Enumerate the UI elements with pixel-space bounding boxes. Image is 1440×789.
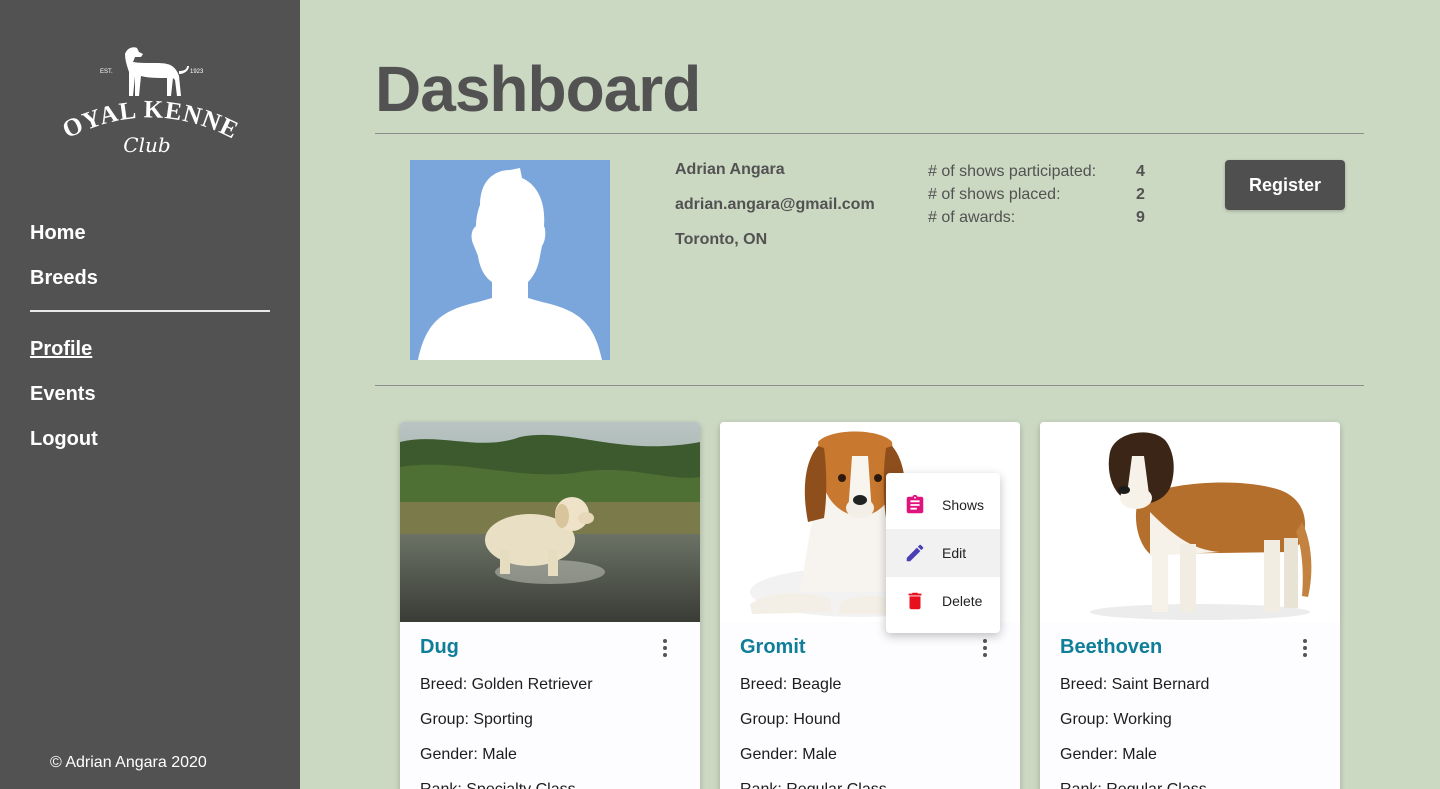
profile-name: Adrian Angara [675,161,785,178]
dog-gender: Gender: Male [1060,746,1157,763]
dog-card: Dug Breed: Golden Retriever Group: Sport… [400,422,700,789]
profile-stats: # of shows participated: 4 # of shows pl… [928,163,1148,232]
main-nav: Home Breeds Profile Events Logout [30,218,270,469]
dog-gender: Gender: Male [740,746,837,763]
dog-group: Group: Sporting [420,711,533,728]
stat-label: # of awards: [928,209,1016,226]
menu-item-edit[interactable]: Edit [886,529,1000,577]
menu-item-shows[interactable]: Shows [886,481,1000,529]
nav-logout[interactable]: Logout [30,424,270,469]
more-vert-icon[interactable] [1295,638,1315,658]
clipboard-icon [906,494,924,514]
stat-label: # of shows placed: [928,186,1061,203]
royal-kennel-club-logo[interactable]: EST. 1923 ROYAL KENNEL Club [55,40,245,165]
sidebar: EST. 1923 ROYAL KENNEL Club Home Breeds … [0,0,300,789]
menu-item-label: Shows [942,497,985,513]
menu-item-label: Delete [942,593,983,609]
more-vert-icon[interactable] [975,638,995,658]
profile-avatar [410,160,610,360]
default-avatar-icon [418,168,602,360]
dog-breed: Breed: Beagle [740,676,842,693]
dog-rank: Rank: Regular Class [740,781,887,789]
stat-label: # of shows participated: [928,163,1097,180]
stat-value: 9 [1136,209,1145,226]
nav-divider [30,310,270,312]
dog-gender: Gender: Male [420,746,517,763]
dog-breed: Breed: Golden Retriever [420,676,593,693]
menu-item-label: Edit [942,545,967,561]
nav-events[interactable]: Events [30,379,270,424]
title-divider [375,133,1364,134]
pencil-icon [906,544,924,562]
copyright-text: © Adrian Angara 2020 [50,754,207,771]
dog-name[interactable]: Beethoven [1060,636,1162,659]
stat-value: 2 [1136,186,1145,203]
svg-text:1923: 1923 [190,69,204,75]
stat-value: 4 [1136,163,1145,180]
dog-breed: Breed: Saint Bernard [1060,676,1210,693]
stat-shows-participated: # of shows participated: 4 [928,163,1148,186]
register-button[interactable]: Register [1225,160,1345,210]
svg-text:ROYAL KENNEL: ROYAL KENNEL [55,40,243,145]
menu-item-delete[interactable]: Delete [886,577,1000,625]
dog-rank: Rank: Specialty Class [420,781,576,789]
more-vert-icon[interactable] [655,638,675,658]
dog-rank: Rank: Regular Class [1060,781,1207,789]
dog-card: Beethoven Breed: Saint Bernard Group: Wo… [1040,422,1340,789]
dog-group: Group: Hound [740,711,841,728]
profile-divider [375,385,1364,386]
dog-photo [1040,422,1340,622]
nav-home[interactable]: Home [30,218,270,263]
dog-name[interactable]: Dug [420,636,459,659]
stat-awards: # of awards: 9 [928,209,1148,232]
dog-group: Group: Working [1060,711,1172,728]
profile-location: Toronto, ON [675,231,768,248]
nav-breeds[interactable]: Breeds [30,263,270,308]
page-title: Dashboard [375,53,701,125]
profile-info: Adrian Angara adrian.angara@gmail.com To… [675,160,875,265]
dog-photo [400,422,700,622]
stat-shows-placed: # of shows placed: 2 [928,186,1148,209]
dog-name[interactable]: Gromit [740,636,806,659]
profile-email: adrian.angara@gmail.com [675,196,875,213]
svg-text:Club: Club [123,133,170,157]
trash-icon [908,592,922,610]
svg-text:EST.: EST. [100,69,113,75]
nav-profile[interactable]: Profile [30,334,270,379]
dog-actions-menu: Shows Edit Delete [886,473,1000,633]
